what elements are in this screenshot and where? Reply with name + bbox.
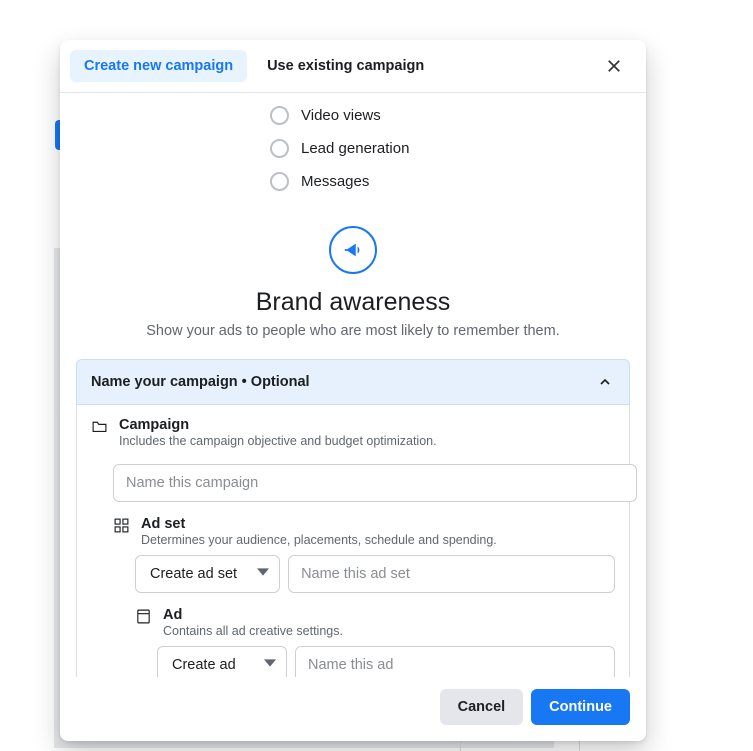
ad-name-input[interactable] <box>295 646 615 677</box>
ad-desc: Contains all ad creative settings. <box>163 624 615 638</box>
name-campaign-section-header[interactable]: Name your campaign • Optional <box>76 359 630 405</box>
caret-down-icon <box>264 657 276 673</box>
tab-use-existing[interactable]: Use existing campaign <box>253 50 438 82</box>
create-campaign-modal: Create new campaign Use existing campaig… <box>60 40 646 741</box>
objective-video-views[interactable]: Video views <box>270 99 630 132</box>
tab-create-new[interactable]: Create new campaign <box>70 50 247 82</box>
radio-icon <box>270 172 289 191</box>
modal-header: Create new campaign Use existing campaig… <box>60 40 646 93</box>
radio-label: Lead generation <box>301 140 409 157</box>
chevron-up-icon <box>595 372 615 392</box>
adset-label: Ad set <box>141 516 615 532</box>
objective-radio-group: Video views Lead generation Messages <box>270 99 630 198</box>
folder-icon <box>91 418 108 435</box>
adset-level: Ad set Determines your audience, placeme… <box>113 516 615 547</box>
objective-title: Brand awareness <box>76 288 630 317</box>
ad-level: Ad Contains all ad creative settings. <box>135 607 615 638</box>
caret-down-icon <box>257 566 269 582</box>
objective-messages[interactable]: Messages <box>270 165 630 198</box>
grid-icon <box>113 517 130 534</box>
radio-icon <box>270 139 289 158</box>
close-button[interactable] <box>598 50 630 82</box>
section-title: Name your campaign • Optional <box>91 374 310 390</box>
campaign-name-input[interactable] <box>113 464 637 502</box>
page-icon <box>135 608 152 625</box>
radio-label: Messages <box>301 173 369 190</box>
campaign-label: Campaign <box>119 417 615 433</box>
adset-desc: Determines your audience, placements, sc… <box>141 533 615 547</box>
continue-button[interactable]: Continue <box>531 689 630 725</box>
modal-body: Video views Lead generation Messages Bra… <box>60 93 646 677</box>
close-icon <box>605 57 623 75</box>
adset-name-input[interactable] <box>288 555 615 593</box>
ad-action-dropdown[interactable]: Create ad <box>157 646 287 677</box>
objective-lead-generation[interactable]: Lead generation <box>270 132 630 165</box>
dropdown-label: Create ad set <box>150 566 237 582</box>
megaphone-icon <box>329 226 377 274</box>
campaign-desc: Includes the campaign objective and budg… <box>119 434 615 448</box>
campaign-level: Campaign Includes the campaign objective… <box>91 417 615 448</box>
cancel-button[interactable]: Cancel <box>440 689 524 725</box>
dropdown-label: Create ad <box>172 657 236 673</box>
modal-footer: Cancel Continue <box>60 677 646 741</box>
ad-label: Ad <box>163 607 615 623</box>
radio-label: Video views <box>301 107 381 124</box>
radio-icon <box>270 106 289 125</box>
name-campaign-section-body: Campaign Includes the campaign objective… <box>76 405 630 677</box>
objective-description: Show your ads to people who are most lik… <box>76 323 630 339</box>
objective-hero: Brand awareness Show your ads to people … <box>76 226 630 339</box>
adset-action-dropdown[interactable]: Create ad set <box>135 555 280 593</box>
